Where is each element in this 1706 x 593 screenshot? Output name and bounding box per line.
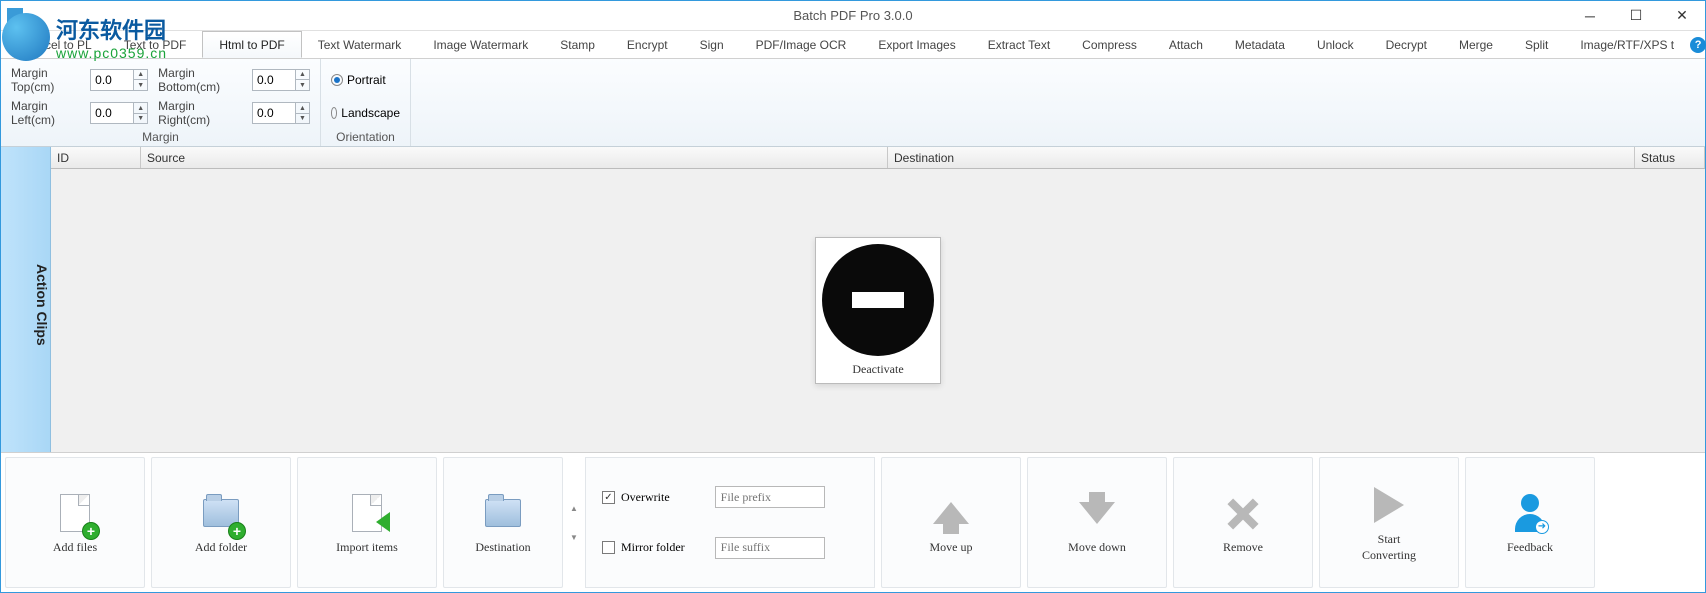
margin-right-input[interactable]: ▲▼ bbox=[252, 102, 310, 124]
margin-right-label: Margin Right(cm) bbox=[158, 99, 248, 127]
col-destination[interactable]: Destination bbox=[888, 147, 1635, 168]
arrow-left-icon bbox=[376, 512, 390, 532]
orientation-group-label: Orientation bbox=[331, 130, 400, 146]
file-grid: ID Source Destination Status Deactivate bbox=[51, 147, 1705, 452]
col-source[interactable]: Source bbox=[141, 147, 888, 168]
tab-ocr[interactable]: PDF/Image OCR bbox=[740, 31, 863, 58]
col-status[interactable]: Status bbox=[1635, 147, 1705, 168]
add-files-button[interactable]: + Add files bbox=[5, 457, 145, 588]
add-folder-button[interactable]: + Add folder bbox=[151, 457, 291, 588]
close-button[interactable]: ✕ bbox=[1659, 1, 1705, 31]
tab-export-images[interactable]: Export Images bbox=[862, 31, 971, 58]
grid-body[interactable]: Deactivate bbox=[51, 169, 1705, 452]
portrait-radio[interactable]: Portrait bbox=[331, 73, 400, 87]
tab-html-to-pdf[interactable]: Html to PDF bbox=[202, 31, 301, 58]
margin-bottom-input[interactable]: ▲▼ bbox=[252, 69, 310, 91]
margin-top-label: Margin Top(cm) bbox=[11, 66, 86, 94]
ribbon-panel: Margin Top(cm) ▲▼ Margin Bottom(cm) ▲▼ M… bbox=[1, 59, 1705, 147]
start-converting-button[interactable]: Start Converting bbox=[1319, 457, 1459, 588]
orientation-group: Portrait Landscape Orientation bbox=[321, 59, 411, 146]
feedback-button[interactable]: ➜ Feedback bbox=[1465, 457, 1595, 588]
radio-icon bbox=[331, 74, 343, 86]
destination-button[interactable]: Destination bbox=[443, 457, 563, 588]
tab-split[interactable]: Split bbox=[1509, 31, 1564, 58]
folder-icon bbox=[485, 499, 521, 527]
tab-image-rtf-xps[interactable]: Image/RTF/XPS t bbox=[1564, 31, 1690, 58]
margin-top-input[interactable]: ▲▼ bbox=[90, 69, 148, 91]
options-panel: Overwrite Mirror folder bbox=[585, 457, 875, 588]
person-icon: ➜ bbox=[1515, 494, 1545, 532]
help-icon: ? bbox=[1690, 37, 1706, 53]
tab-text-watermark[interactable]: Text Watermark bbox=[302, 31, 418, 58]
radio-icon bbox=[331, 107, 337, 119]
cross-icon bbox=[1226, 496, 1260, 530]
titlebar: Batch PDF Pro 3.0.0 ─ ☐ ✕ bbox=[1, 1, 1705, 31]
margin-bottom-label: Margin Bottom(cm) bbox=[158, 66, 248, 94]
remove-button[interactable]: Remove bbox=[1173, 457, 1313, 588]
margin-group: Margin Top(cm) ▲▼ Margin Bottom(cm) ▲▼ M… bbox=[1, 59, 321, 146]
maximize-button[interactable]: ☐ bbox=[1613, 1, 1659, 31]
move-down-button[interactable]: Move down bbox=[1027, 457, 1167, 588]
arrow-up-icon bbox=[933, 502, 969, 524]
ribbon-tabs: rd/Excel to PL Text to PDF Html to PDF T… bbox=[1, 31, 1705, 59]
plus-icon: + bbox=[228, 522, 246, 540]
margin-group-label: Margin bbox=[11, 130, 310, 146]
tab-compress[interactable]: Compress bbox=[1066, 31, 1153, 58]
action-clips-tab[interactable]: Action Clips bbox=[1, 147, 51, 452]
file-prefix-input[interactable] bbox=[715, 486, 825, 508]
checkbox-icon bbox=[602, 491, 615, 504]
tab-text-to-pdf[interactable]: Text to PDF bbox=[108, 31, 203, 58]
tab-encrypt[interactable]: Encrypt bbox=[611, 31, 684, 58]
tab-excel-to-pdf[interactable]: rd/Excel to PL bbox=[1, 31, 108, 58]
tab-decrypt[interactable]: Decrypt bbox=[1370, 31, 1443, 58]
tab-merge[interactable]: Merge bbox=[1443, 31, 1509, 58]
arrow-down-icon bbox=[1079, 502, 1115, 524]
tab-stamp[interactable]: Stamp bbox=[544, 31, 611, 58]
file-suffix-input[interactable] bbox=[715, 537, 825, 559]
overwrite-checkbox[interactable]: Overwrite bbox=[602, 490, 685, 505]
help-button[interactable]: ? bbox=[1690, 31, 1706, 58]
tab-attach[interactable]: Attach bbox=[1153, 31, 1219, 58]
main-area: Action Clips ID Source Destination Statu… bbox=[1, 147, 1705, 452]
margin-left-input[interactable]: ▲▼ bbox=[90, 102, 148, 124]
import-items-button[interactable]: Import items bbox=[297, 457, 437, 588]
grid-header: ID Source Destination Status bbox=[51, 147, 1705, 169]
play-icon bbox=[1374, 487, 1404, 523]
tab-image-watermark[interactable]: Image Watermark bbox=[417, 31, 544, 58]
deactivate-icon bbox=[822, 244, 934, 356]
margin-left-label: Margin Left(cm) bbox=[11, 99, 86, 127]
col-id[interactable]: ID bbox=[51, 147, 141, 168]
checkbox-icon bbox=[602, 541, 615, 554]
deactivate-overlay[interactable]: Deactivate bbox=[815, 237, 941, 384]
tab-extract-text[interactable]: Extract Text bbox=[972, 31, 1066, 58]
window-title: Batch PDF Pro 3.0.0 bbox=[793, 8, 912, 23]
tab-unlock[interactable]: Unlock bbox=[1301, 31, 1370, 58]
landscape-radio[interactable]: Landscape bbox=[331, 106, 400, 120]
app-icon bbox=[7, 8, 23, 24]
bottom-toolbar: + Add files + Add folder Import items De… bbox=[1, 452, 1705, 592]
mirror-folder-checkbox[interactable]: Mirror folder bbox=[602, 540, 685, 555]
minimize-button[interactable]: ─ bbox=[1567, 1, 1613, 31]
move-up-button[interactable]: Move up bbox=[881, 457, 1021, 588]
deactivate-label: Deactivate bbox=[852, 362, 903, 377]
plus-icon: + bbox=[82, 522, 100, 540]
tab-metadata[interactable]: Metadata bbox=[1219, 31, 1301, 58]
separator-dots: ▲▼ bbox=[569, 457, 579, 588]
tab-sign[interactable]: Sign bbox=[684, 31, 740, 58]
